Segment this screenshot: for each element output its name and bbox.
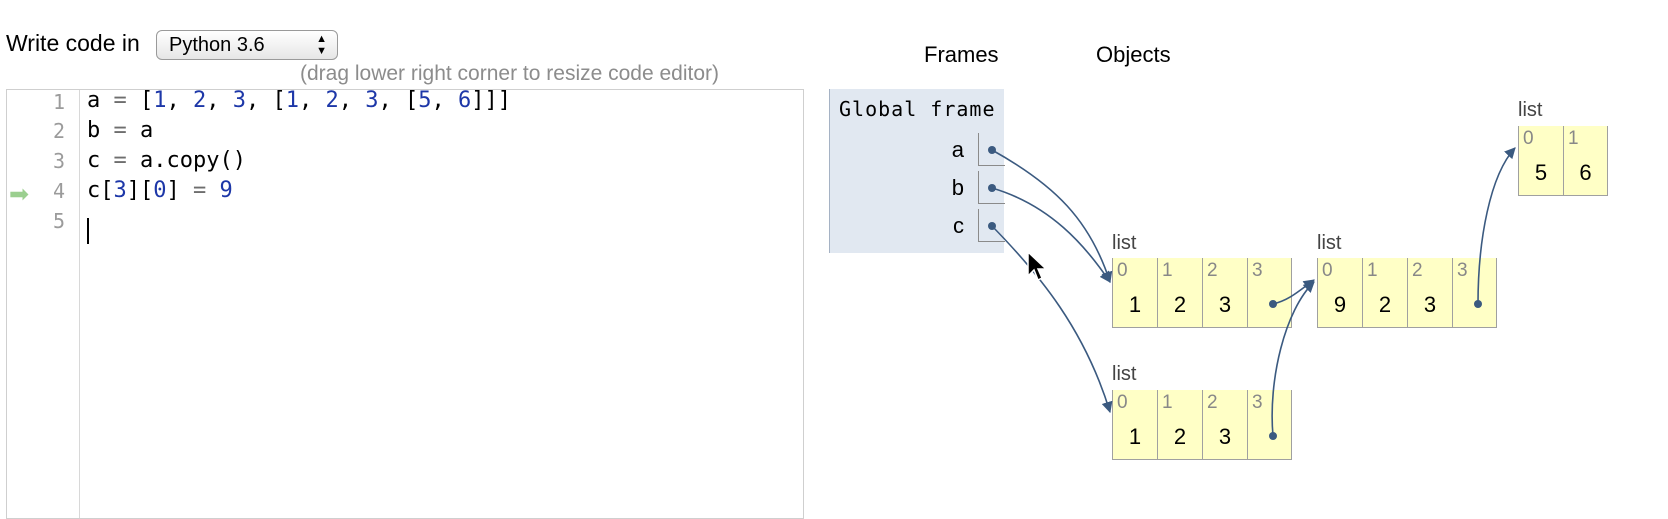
arrow-b-to-list [991,187,1111,283]
arrow-copy-to-inner [1271,281,1315,437]
mouse-cursor-icon [1027,250,1048,282]
arrow-inner-to-innermost [1477,147,1516,305]
arrow-a-to-list [991,149,1113,284]
reference-arrows [988,146,1516,440]
arrow-outer-to-inner [1272,279,1315,305]
arrow-c-to-copy [991,225,1113,414]
